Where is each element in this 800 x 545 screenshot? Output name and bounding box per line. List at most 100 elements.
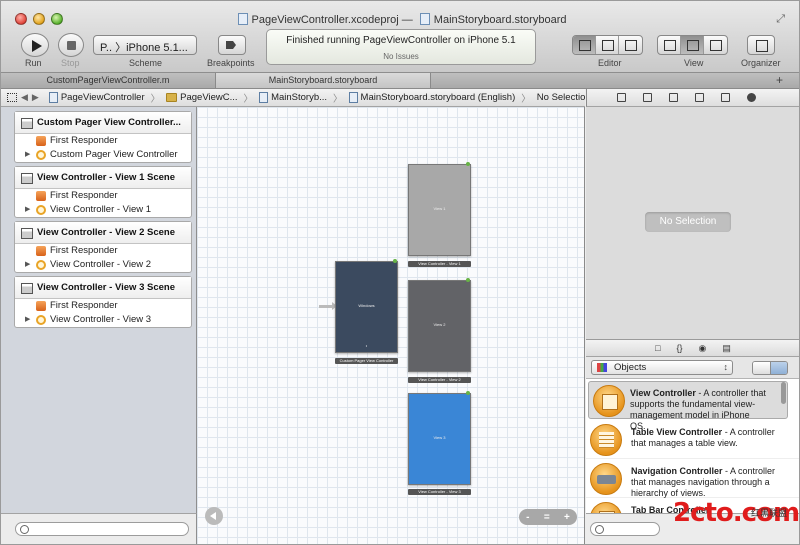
- editor-segmented-control[interactable]: [572, 35, 643, 55]
- library-category-select[interactable]: Objects: [591, 360, 733, 375]
- organizer-button[interactable]: [747, 35, 775, 55]
- view-3-screen[interactable]: View 3: [408, 393, 471, 485]
- library-scrollbar[interactable]: [781, 382, 786, 404]
- scene-title[interactable]: View Controller - View 3 Scene: [15, 277, 191, 299]
- run-label: Run: [25, 58, 42, 68]
- zoom-out-icon[interactable]: -: [526, 512, 529, 523]
- code-snippet-tab-icon[interactable]: {}: [677, 343, 683, 353]
- library-view-toggle[interactable]: [752, 361, 788, 375]
- screen-inner-label: View 3: [433, 435, 446, 441]
- quick-help-icon[interactable]: [643, 93, 652, 102]
- xcode-window: PageViewController.xcodeproj — MainStory…: [0, 0, 800, 545]
- zoom-control[interactable]: - = +: [519, 509, 577, 525]
- screen-inner-label: View 2: [433, 322, 446, 328]
- first-responder-label: First Responder: [50, 245, 118, 256]
- scheme-selector[interactable]: P.. 〉iPhone 5.1...: [93, 35, 197, 55]
- view-controller-icon: [36, 150, 46, 160]
- view-2-screen[interactable]: View 2: [408, 280, 471, 372]
- version-editor-icon[interactable]: [619, 36, 642, 54]
- list-view-icon[interactable]: [770, 362, 787, 374]
- view-1-screen[interactable]: View 1: [408, 164, 471, 256]
- jumpbar-selection[interactable]: No Selection: [537, 92, 585, 103]
- breakpoints-button[interactable]: [218, 35, 246, 55]
- first-responder-icon: [36, 136, 46, 146]
- object-library-tab-icon[interactable]: ◉: [699, 343, 707, 354]
- utilities-toggle-icon[interactable]: [704, 36, 727, 54]
- first-responder-label: First Responder: [50, 135, 118, 146]
- first-responder-icon: [36, 301, 46, 311]
- scene-title[interactable]: View Controller - View 1 Scene: [15, 167, 191, 189]
- zoom-in-icon[interactable]: +: [564, 512, 570, 523]
- tab-mainstoryboard[interactable]: MainStoryboard.storyboard: [216, 73, 431, 88]
- scene-status-dot: [466, 162, 470, 166]
- custom-pager-screen[interactable]: Windows •: [335, 261, 398, 353]
- outline-filter-field[interactable]: [15, 522, 189, 536]
- standard-editor-icon[interactable]: [573, 36, 596, 54]
- controller-row[interactable]: ▶ View Controller - View 1: [15, 203, 191, 217]
- forward-arrow-icon[interactable]: ▶: [32, 92, 39, 103]
- stop-button[interactable]: [58, 33, 84, 57]
- page-control: •: [365, 343, 368, 348]
- inspector-pane: No Selection: [586, 107, 799, 340]
- screen-inner-label: View 1: [433, 206, 446, 212]
- first-responder-row[interactable]: First Responder: [15, 299, 191, 313]
- file-template-tab-icon[interactable]: □: [655, 343, 660, 353]
- disclosure-triangle-icon[interactable]: ▶: [25, 313, 30, 327]
- add-tab-button[interactable]: +: [776, 73, 783, 88]
- identity-inspector-icon[interactable]: [669, 93, 678, 102]
- file-inspector-icon[interactable]: [617, 93, 626, 102]
- tab-bar-controller-icon: [590, 502, 622, 513]
- library-item-table-view-controller[interactable]: Table View Controller - A controller tha…: [586, 421, 799, 459]
- library-item-name: Table View Controller: [631, 427, 723, 437]
- library-filter-field[interactable]: [590, 522, 660, 536]
- scene-title[interactable]: Custom Pager View Controller...: [15, 112, 191, 134]
- media-library-tab-icon[interactable]: ▤: [722, 343, 731, 354]
- tab-custompager-m[interactable]: CustomPagerViewController.m: [1, 73, 216, 88]
- outline-footer: [1, 513, 197, 544]
- first-responder-row[interactable]: First Responder: [15, 189, 191, 203]
- canvas-back-button[interactable]: [205, 507, 223, 525]
- project-file-icon: [237, 13, 248, 25]
- title-file: MainStoryboard.storyboard: [433, 14, 567, 26]
- first-responder-row[interactable]: First Responder: [15, 244, 191, 258]
- view-controller-icon: [593, 385, 625, 417]
- scene-status-dot: [466, 391, 470, 395]
- jumpbar-group[interactable]: PageViewC... 〉: [166, 91, 253, 105]
- run-button[interactable]: [21, 33, 49, 57]
- controller-row[interactable]: ▶ Custom Pager View Controller: [15, 148, 191, 162]
- storyboard-canvas[interactable]: Windows • Custom Pager View Controller V…: [197, 107, 585, 544]
- jumpbar-project[interactable]: PageViewController 〉: [48, 91, 160, 105]
- controller-row[interactable]: ▶ View Controller - View 2: [15, 258, 191, 272]
- scene-view-3: View Controller - View 3 Scene First Res…: [14, 276, 192, 328]
- back-arrow-icon[interactable]: ◀: [21, 92, 28, 103]
- size-inspector-icon[interactable]: [721, 93, 730, 102]
- jumpbar-group-label: PageViewC...: [180, 92, 238, 103]
- jumpbar-file[interactable]: MainStoryb... 〉: [259, 91, 343, 105]
- storyboard-icon: [348, 92, 358, 103]
- watermark-subtext: 红黑联盟: [751, 508, 788, 518]
- disclosure-triangle-icon[interactable]: ▶: [25, 258, 30, 272]
- icon-view-icon[interactable]: [753, 362, 771, 374]
- editor-label: Editor: [598, 58, 622, 68]
- library-item-navigation-controller[interactable]: Navigation Controller - A controller tha…: [586, 460, 799, 498]
- scene-title[interactable]: View Controller - View 2 Scene: [15, 222, 191, 244]
- disclosure-triangle-icon[interactable]: ▶: [25, 203, 30, 217]
- navigator-toggle-icon[interactable]: [658, 36, 681, 54]
- controller-label: View Controller - View 1: [50, 204, 152, 215]
- connections-inspector-icon[interactable]: [747, 93, 756, 102]
- controller-row[interactable]: ▶ View Controller - View 3: [15, 313, 191, 327]
- fullscreen-icon[interactable]: ⤢: [776, 13, 785, 26]
- view-segmented-control[interactable]: [657, 35, 728, 55]
- storyboard-file-icon: [419, 13, 430, 25]
- assistant-editor-icon[interactable]: [596, 36, 619, 54]
- first-responder-row[interactable]: First Responder: [15, 134, 191, 148]
- related-items-icon[interactable]: [7, 93, 17, 102]
- library-item-view-controller[interactable]: View Controller - A controller that supp…: [588, 381, 788, 431]
- attributes-inspector-icon[interactable]: [695, 93, 704, 102]
- jumpbar-localization[interactable]: MainStoryboard.storyboard (English) 〉: [348, 91, 531, 105]
- scene-view-2: View Controller - View 2 Scene First Res…: [14, 221, 192, 273]
- debug-area-toggle-icon[interactable]: [681, 36, 704, 54]
- stop-label: Stop: [61, 58, 80, 68]
- disclosure-triangle-icon[interactable]: ▶: [25, 148, 30, 162]
- zoom-fit-icon[interactable]: =: [544, 512, 550, 523]
